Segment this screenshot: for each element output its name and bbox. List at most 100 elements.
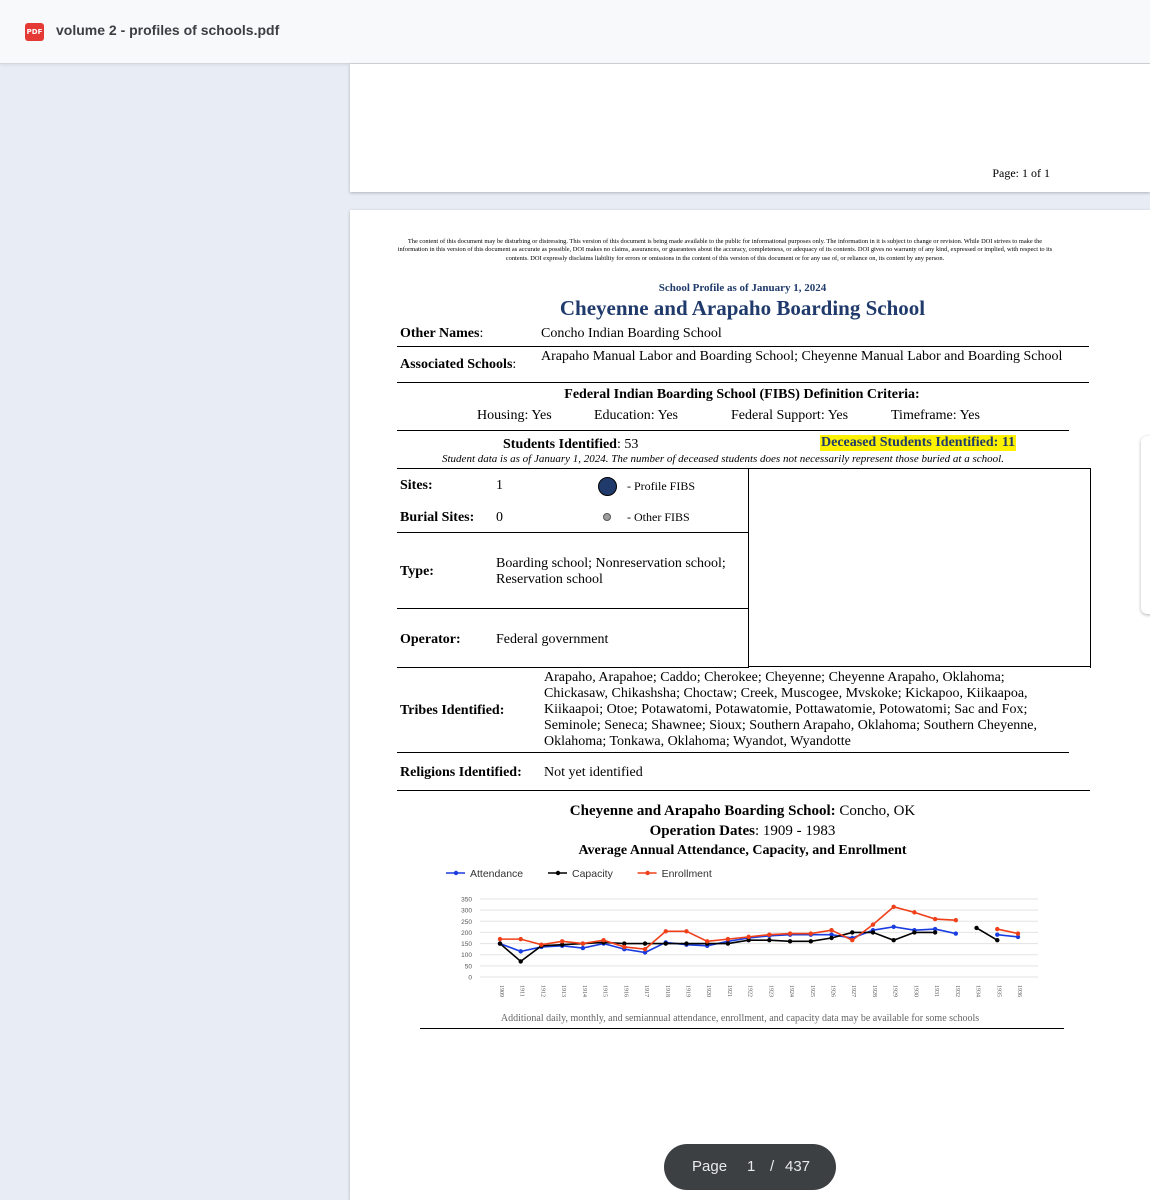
chart-subtitle: Average Annual Attendance, Capacity, and… [578, 843, 907, 858]
operator-value: Federal government [496, 632, 609, 647]
data-point-capacity [497, 941, 503, 946]
divider [397, 752, 1069, 753]
data-point-enrollment [580, 941, 586, 946]
legend-marker-enrollment [645, 870, 650, 876]
x-tick-label: 1924 [788, 985, 794, 997]
data-point-capacity [912, 930, 917, 935]
data-point-attendance [580, 945, 586, 951]
other-names-label: Other Names: [400, 326, 484, 341]
data-point-capacity [787, 939, 793, 944]
chart-operation-dates: Operation Dates: 1909 - 1983 [649, 823, 836, 839]
data-point-capacity [870, 930, 876, 935]
map-box-bottom-border [748, 666, 1090, 667]
data-point-enrollment [850, 938, 855, 943]
criteria-federal-support: Federal Support: Yes [731, 408, 849, 423]
x-tick-label: 1915 [602, 985, 608, 997]
profile-date: School Profile as of January 1, 2024 [658, 282, 827, 294]
data-point-capacity [642, 941, 648, 946]
tribes-list: Arapaho, Arapahoe; Caddo; Cherokee; Chey… [544, 670, 1037, 750]
y-tick-label: 150 [461, 941, 472, 948]
x-tick-label: 1925 [809, 985, 815, 997]
tribes-label: Tribes Identified: [400, 703, 505, 718]
x-tick-label: 1914 [581, 985, 587, 997]
data-point-attendance [995, 932, 1000, 937]
side-panel-handle[interactable] [1141, 436, 1150, 614]
data-point-capacity [767, 938, 772, 943]
total-pages: 437 [785, 1158, 811, 1175]
map-box-right-border [1090, 468, 1091, 668]
data-point-capacity [932, 930, 938, 935]
students-identified: Students Identified: 53 [503, 437, 639, 452]
data-point-capacity [850, 930, 855, 935]
divider [397, 532, 748, 533]
religions-label: Religions Identified: [400, 765, 522, 780]
data-point-enrollment [953, 917, 959, 923]
data-point-enrollment [705, 939, 710, 944]
data-point-enrollment [539, 942, 544, 947]
associated-schools-value: Arapaho Manual Labor and Boarding School… [541, 349, 1063, 364]
data-point-enrollment [642, 946, 648, 952]
associated-schools-label: Associated Schools: [400, 357, 517, 372]
x-tick-label: 1911 [519, 985, 525, 997]
page-indicator[interactable]: Page 1 / 437 [664, 1144, 836, 1190]
data-point-enrollment [601, 938, 606, 943]
divider [397, 608, 748, 609]
y-tick-label: 100 [461, 952, 472, 959]
data-point-enrollment [497, 936, 503, 942]
disclaimer-text: The content of this document may be dist… [397, 238, 1053, 262]
x-tick-label: 1916 [622, 985, 628, 997]
chart-school-heading: Cheyenne and Arapaho Boarding School: Co… [569, 803, 916, 819]
data-point-enrollment [1015, 931, 1021, 936]
tribes-line: Seminole; Seneca; Shawnee; Sioux; Southe… [544, 718, 1038, 733]
data-point-capacity [684, 941, 689, 946]
data-point-enrollment [932, 916, 938, 922]
page-separator: / [770, 1158, 775, 1175]
x-tick-label: 1931 [933, 985, 939, 997]
current-page[interactable]: 1 [747, 1158, 755, 1175]
data-point-enrollment [995, 926, 1000, 932]
data-point-capacity [808, 939, 813, 944]
tribes-line: Arapaho, Arapahoe; Caddo; Cherokee; Chey… [544, 670, 1005, 685]
divider [397, 468, 1090, 469]
data-point-enrollment [912, 910, 917, 915]
sites-label: Sites: [400, 478, 433, 493]
data-point-capacity [829, 935, 834, 941]
series-line-capacity [976, 927, 998, 941]
x-tick-label: 1922 [747, 985, 753, 997]
x-tick-label: 1918 [664, 985, 670, 997]
chart-footnote: Additional daily, monthly, and semiannua… [500, 1013, 980, 1024]
sites-value: 1 [496, 478, 503, 493]
y-tick-label: 200 [461, 930, 472, 937]
pdf-page-previous: Page: 1 of 1 [350, 64, 1150, 192]
legend-marker-attendance [453, 870, 459, 876]
y-tick-label: 300 [461, 908, 472, 915]
data-point-enrollment [829, 928, 834, 933]
other-names-value: Concho Indian Boarding School [541, 326, 722, 341]
pdf-file-icon: PDF [25, 23, 44, 41]
data-point-enrollment [787, 931, 793, 936]
x-tick-label: 1912 [539, 985, 545, 997]
x-tick-label: 1919 [684, 985, 690, 997]
map-box-left-border [748, 468, 749, 668]
data-point-attendance [953, 931, 959, 936]
data-point-capacity [995, 938, 1000, 943]
operator-label: Operator: [400, 632, 461, 647]
divider [397, 346, 1089, 347]
x-tick-label: 1930 [912, 985, 918, 997]
divider [397, 430, 1069, 431]
data-point-enrollment [870, 922, 876, 927]
divider [420, 1028, 1064, 1029]
data-point-enrollment [559, 939, 565, 944]
data-point-enrollment [622, 944, 627, 950]
y-tick-label: 350 [461, 897, 472, 904]
x-tick-label: 1926 [830, 985, 836, 997]
y-tick-label: 0 [468, 975, 472, 982]
profile-fibs-marker-icon [598, 477, 617, 496]
pdf-page: The content of this document may be dist… [350, 210, 1150, 1200]
data-point-enrollment [518, 936, 523, 942]
fibs-criteria-title: Federal Indian Boarding School (FIBS) De… [564, 387, 920, 402]
student-data-note: Student data is as of January 1, 2024. T… [442, 453, 1004, 465]
divider [397, 790, 1090, 791]
burial-sites-label: Burial Sites: [400, 510, 475, 525]
school-name: Cheyenne and Arapaho Boarding School [559, 296, 926, 320]
